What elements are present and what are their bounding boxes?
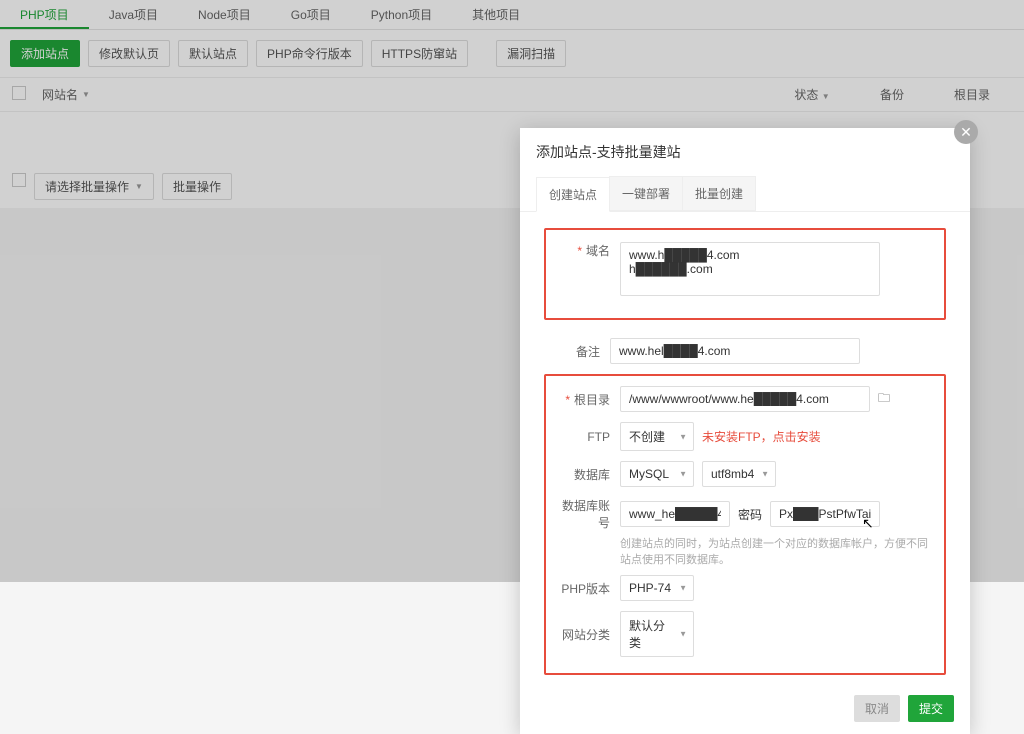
dbacc-label: 数据库账号 bbox=[554, 497, 620, 531]
cat-select[interactable]: 默认分类 bbox=[620, 611, 694, 657]
pwd-label: 密码 bbox=[738, 506, 762, 523]
ftp-warning[interactable]: 未安装FTP，点击安装 bbox=[702, 428, 821, 445]
php-label: PHP版本 bbox=[554, 580, 620, 597]
note-input[interactable] bbox=[610, 338, 860, 364]
db-user-input[interactable] bbox=[620, 501, 730, 527]
mtab-create[interactable]: 创建站点 bbox=[536, 177, 610, 212]
root-input[interactable] bbox=[620, 386, 870, 412]
db-label: 数据库 bbox=[554, 466, 620, 483]
close-icon[interactable]: ✕ bbox=[954, 120, 978, 144]
db-type-select[interactable]: MySQL bbox=[620, 461, 694, 487]
cancel-button[interactable]: 取消 bbox=[854, 695, 900, 722]
db-hint: 创建站点的同时，为站点创建一个对应的数据库帐户，方便不同站点使用不同数据库。 bbox=[554, 535, 936, 567]
domain-input[interactable]: www.h█████4.com h██████.com bbox=[620, 242, 880, 296]
db-pwd-input[interactable] bbox=[770, 501, 880, 527]
cat-label: 网站分类 bbox=[554, 626, 620, 643]
php-select[interactable]: PHP-74 bbox=[620, 575, 694, 601]
folder-icon[interactable]: 🗀 bbox=[878, 389, 890, 410]
modal-tabs: 创建站点 一键部署 批量创建 bbox=[520, 176, 970, 212]
note-label: 备注 bbox=[544, 343, 610, 360]
mtab-deploy[interactable]: 一键部署 bbox=[609, 176, 683, 211]
mtab-batch[interactable]: 批量创建 bbox=[682, 176, 756, 211]
submit-button[interactable]: 提交 bbox=[908, 695, 954, 722]
domain-label: 域名 bbox=[586, 244, 610, 258]
ftp-select[interactable]: 不创建 bbox=[620, 422, 694, 451]
ftp-label: FTP bbox=[554, 430, 620, 444]
root-label: 根目录 bbox=[574, 393, 610, 407]
add-site-modal: ✕ 添加站点-支持批量建站 创建站点 一键部署 批量创建 *域名 www.h██… bbox=[520, 128, 970, 734]
modal-title: 添加站点-支持批量建站 bbox=[520, 128, 970, 176]
db-charset-select[interactable]: utf8mb4 bbox=[702, 461, 776, 487]
